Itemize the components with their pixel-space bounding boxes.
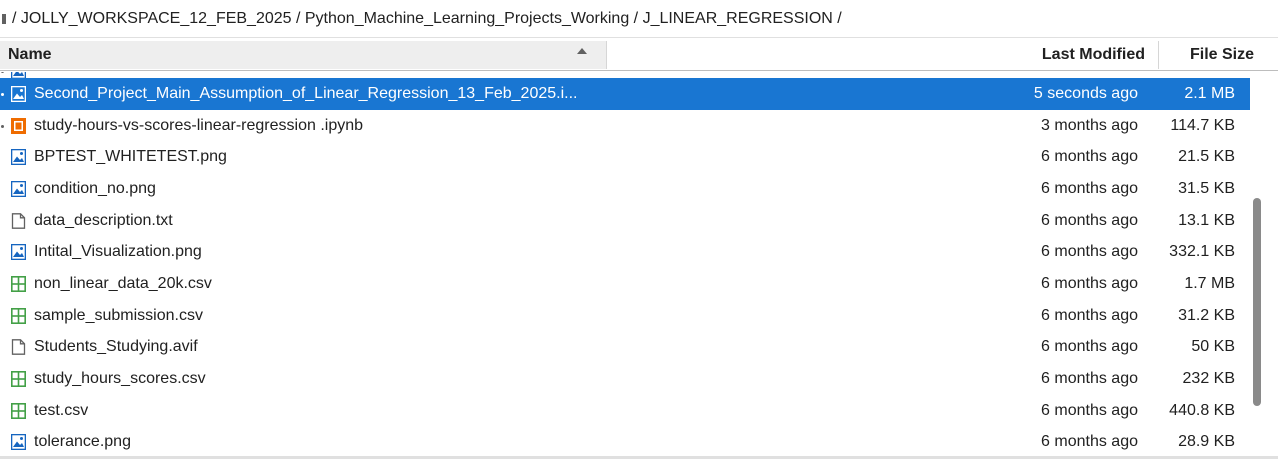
file-last-modified: 6 months ago xyxy=(1041,338,1138,356)
file-row[interactable]: sample_submission.csv 6 months ago 31.2 KB xyxy=(0,300,1250,332)
file-size: 2.1 MB xyxy=(1184,84,1235,102)
file-name: non_linear_data_20k.csv xyxy=(34,274,212,292)
file-name: test.csv xyxy=(34,401,89,419)
file-row[interactable]: Second_Project_Main_Assumption_of_Linear… xyxy=(0,78,1250,110)
file-size: 31.2 KB xyxy=(1178,306,1235,324)
file-icon xyxy=(11,212,26,229)
image-icon xyxy=(10,148,27,166)
file-size: 232 KB xyxy=(1182,370,1235,388)
file-row[interactable]: Students_Studying.avif 6 months ago 50 KB xyxy=(0,332,1250,364)
file-last-modified: 5 seconds ago xyxy=(1033,84,1138,102)
sort-ascending-icon[interactable] xyxy=(577,48,587,54)
file-name: condition_no.png xyxy=(34,179,156,197)
column-header-file-size[interactable]: File Size xyxy=(1160,39,1254,71)
csv-icon xyxy=(11,275,26,292)
file-name: data_description.txt xyxy=(34,211,173,229)
file-last-modified: 6 months ago xyxy=(1041,401,1138,419)
image-icon xyxy=(10,434,27,451)
file-size: 50 KB xyxy=(1191,338,1235,356)
file-row[interactable]: study-hours-vs-scores-linear-regression … xyxy=(0,110,1250,142)
file-last-modified: 6 months ago xyxy=(1041,179,1138,197)
file-size: 31.5 KB xyxy=(1178,179,1235,197)
file-name: Intital_Visualization.png xyxy=(34,243,202,261)
file-size: 440.8 KB xyxy=(1169,401,1235,419)
file-row[interactable]: data_description.txt 6 months ago 13.1 KB xyxy=(0,205,1250,237)
file-name: Students_Studying.avif xyxy=(34,338,198,356)
status-dot-icon xyxy=(1,72,4,73)
column-header-name[interactable]: Name xyxy=(0,41,606,69)
file-row[interactable]: BPTEST_WHITETEST.png 6 months ago 21.5 KB xyxy=(0,141,1250,173)
file-list-header: Name Last Modified File Size xyxy=(0,39,1278,71)
file-last-modified: 3 months ago xyxy=(1041,116,1138,134)
file-size: 114.7 KB xyxy=(1170,116,1235,134)
file-size: 332.1 KB xyxy=(1169,243,1235,261)
column-header-last-modified-label: Last Modified xyxy=(1041,46,1145,63)
file-list: Second_Project_Main_Assumption_of_Linear… xyxy=(0,72,1250,459)
csv-icon xyxy=(11,371,26,388)
status-dot-icon xyxy=(1,92,4,96)
csv-icon xyxy=(11,402,26,419)
image-icon xyxy=(10,85,27,103)
file-icon xyxy=(11,339,26,356)
csv-icon xyxy=(11,307,26,324)
column-header-last-modified[interactable]: Last Modified xyxy=(1000,39,1145,71)
scrollbar-thumb[interactable] xyxy=(1253,198,1261,406)
file-row[interactable]: condition_no.png 6 months ago 31.5 KB xyxy=(0,173,1250,205)
file-name: study_hours_scores.csv xyxy=(34,370,206,388)
file-last-modified: 6 months ago xyxy=(1041,211,1138,229)
notebook-icon xyxy=(11,117,26,134)
file-size: 1.7 MB xyxy=(1184,274,1235,292)
file-row[interactable]: non_linear_data_20k.csv 6 months ago 1.7 M… xyxy=(0,268,1250,300)
root-folder-icon[interactable] xyxy=(2,13,6,24)
file-last-modified: 6 months ago xyxy=(1041,370,1138,388)
file-last-modified: 6 months ago xyxy=(1041,148,1138,166)
file-row[interactable]: test.csv 6 months ago 440.8 KB xyxy=(0,395,1250,427)
file-name: study-hours-vs-scores-linear-regression … xyxy=(34,116,364,134)
image-icon xyxy=(10,243,27,261)
file-last-modified: 6 months ago xyxy=(1041,433,1138,451)
column-header-name-label: Name xyxy=(8,46,52,63)
status-dot-icon xyxy=(1,124,4,128)
breadcrumb-path[interactable]: / JOLLY_WORKSPACE_12_FEB_2025 / Python_M… xyxy=(12,10,842,28)
column-header-file-size-label: File Size xyxy=(1189,46,1254,63)
file-name: sample_submission.csv xyxy=(34,306,203,324)
file-row[interactable]: study_hours_scores.csv 6 months ago 232 KB xyxy=(0,363,1250,395)
file-size: 13.1 KB xyxy=(1178,211,1235,229)
file-name: tolerance.png xyxy=(34,433,131,451)
file-last-modified: 6 months ago xyxy=(1041,274,1138,292)
vertical-scrollbar[interactable] xyxy=(1250,72,1278,459)
file-name: Second_Project_Main_Assumption_of_Linear… xyxy=(34,84,578,102)
column-divider[interactable] xyxy=(606,41,607,69)
column-divider[interactable] xyxy=(1158,41,1159,69)
file-size: 21.5 KB xyxy=(1178,148,1235,166)
breadcrumb: / JOLLY_WORKSPACE_12_FEB_2025 / Python_M… xyxy=(0,0,1278,38)
file-name: BPTEST_WHITETEST.png xyxy=(34,148,227,166)
file-row[interactable]: tolerance.png 6 months ago 28.9 KB xyxy=(0,427,1250,459)
image-icon xyxy=(10,180,27,198)
file-last-modified: 6 months ago xyxy=(1041,306,1138,324)
file-size: 28.9 KB xyxy=(1178,433,1235,451)
file-row[interactable]: Intital_Visualization.png 6 months ago 332… xyxy=(0,236,1250,268)
file-last-modified: 6 months ago xyxy=(1041,243,1138,261)
